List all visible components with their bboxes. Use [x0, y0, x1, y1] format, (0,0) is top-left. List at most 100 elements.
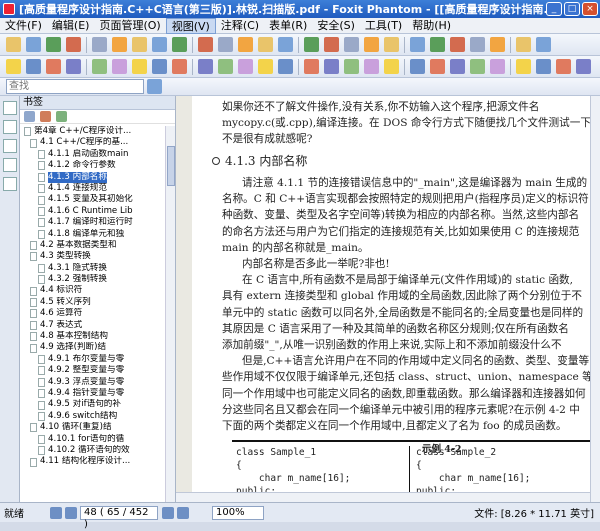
menu-item[interactable]: 工具(T) — [360, 18, 407, 34]
bookmark-item[interactable]: 4.1.1 启动函数main — [20, 149, 166, 160]
toolbar-button-icon[interactable] — [536, 59, 551, 74]
toolbar-button-icon[interactable] — [132, 37, 147, 52]
toolbar-button-icon[interactable] — [172, 37, 187, 52]
toolbar-button-icon[interactable] — [258, 59, 273, 74]
toolbar-button-icon[interactable] — [218, 59, 233, 74]
menu-item[interactable]: 帮助(H) — [407, 18, 456, 34]
menu-item[interactable]: 文件(F) — [0, 18, 47, 34]
comments-icon[interactable] — [3, 177, 17, 191]
bookmark-item[interactable]: 4.8 基本控制结构 — [20, 331, 166, 342]
toolbar-button-icon[interactable] — [516, 37, 531, 52]
menu-item[interactable]: 页面管理(O) — [94, 18, 165, 34]
bookmark-item[interactable]: 4.3.2 强制转换 — [20, 274, 166, 285]
search-icon[interactable] — [147, 79, 162, 94]
bookmark-item[interactable]: 4.2 基本数据类型和 — [20, 240, 166, 251]
bookmark-item[interactable]: 4.11 结构化程序设计... — [20, 456, 166, 467]
toolbar-button-icon[interactable] — [6, 59, 21, 74]
toolbar-button-icon[interactable] — [278, 37, 293, 52]
toolbar-button-icon[interactable] — [92, 37, 107, 52]
horizontal-scrollbar[interactable] — [176, 492, 590, 502]
toolbar-button-icon[interactable] — [364, 37, 379, 52]
toolbar-button-icon[interactable] — [66, 37, 81, 52]
layers-icon[interactable] — [3, 139, 17, 153]
toolbar-button-icon[interactable] — [536, 37, 551, 52]
toolbar-button-icon[interactable] — [410, 37, 425, 52]
zoom-box[interactable]: 100% — [212, 505, 264, 520]
bookmark-item[interactable]: 4.1.5 变量及其初始化 — [20, 194, 166, 205]
toolbar-button-icon[interactable] — [258, 37, 273, 52]
toolbar-button-icon[interactable] — [384, 37, 399, 52]
toolbar-button-icon[interactable] — [152, 59, 167, 74]
toolbar-button-icon[interactable] — [364, 59, 379, 74]
last-page-button[interactable] — [177, 506, 189, 519]
toolbar-button-icon[interactable] — [112, 37, 127, 52]
bookmark-scroll-thumb[interactable] — [167, 146, 175, 186]
toolbar-button-icon[interactable] — [46, 37, 61, 52]
bookmark-item[interactable]: 4.10 循环(重复)结 — [20, 422, 166, 433]
toolbar-button-icon[interactable] — [516, 59, 531, 74]
bookmark-item[interactable]: 4.3.1 隐式转换 — [20, 263, 166, 274]
bookmark-item[interactable]: 4.5 转义序列 — [20, 297, 166, 308]
bookmark-item[interactable]: 4.1.2 命令行参数 — [20, 160, 166, 171]
toolbar-button-icon[interactable] — [26, 59, 41, 74]
toolbar-button-icon[interactable] — [490, 37, 505, 52]
new-bookmark-icon[interactable] — [56, 111, 67, 122]
bookmark-panel-icon[interactable] — [3, 101, 17, 115]
toolbar-button-icon[interactable] — [490, 59, 505, 74]
toolbar-button-icon[interactable] — [430, 37, 445, 52]
document-view[interactable]: 如果你还不了解文件操作,没有关系,你不妨输入这个程序,把源文件名 mycopy.c… — [176, 96, 590, 502]
toolbar-button-icon[interactable] — [278, 59, 293, 74]
bookmark-item[interactable]: 4.1.3 内部名称 — [20, 171, 166, 183]
bookmark-item[interactable]: 4.9.1 布尔变量与零 — [20, 354, 166, 365]
next-page-button[interactable] — [162, 506, 174, 519]
menu-item[interactable]: 注释(C) — [216, 18, 264, 34]
bookmark-scrollbar[interactable] — [165, 126, 175, 502]
delete-bookmark-icon[interactable] — [40, 111, 51, 122]
toolbar-button-icon[interactable] — [344, 37, 359, 52]
bookmark-item[interactable]: 第4章 C++/C程序设计... — [20, 126, 166, 137]
toolbar-button-icon[interactable] — [26, 37, 41, 52]
bookmark-item[interactable]: 4.9.2 整型变量与零 — [20, 365, 166, 376]
toolbar-button-icon[interactable] — [198, 59, 213, 74]
toolbar-button-icon[interactable] — [324, 59, 339, 74]
bookmark-item[interactable]: 4.9 选择(判断)结 — [20, 342, 166, 353]
toolbar-button-icon[interactable] — [304, 37, 319, 52]
attachments-icon[interactable] — [3, 158, 17, 172]
toolbar-button-icon[interactable] — [556, 59, 571, 74]
bookmark-item[interactable]: 4.9.3 浮点变量与零 — [20, 377, 166, 388]
vertical-scrollbar[interactable] — [590, 96, 600, 502]
bookmark-item[interactable]: 4.6 运算符 — [20, 308, 166, 319]
bookmark-item[interactable]: 4.1.7 编译时和运行时 — [20, 217, 166, 228]
minimize-button[interactable]: _ — [546, 2, 562, 16]
bookmark-item[interactable]: 4.10.2 循环语句的效 — [20, 445, 166, 456]
toolbar-button-icon[interactable] — [218, 37, 233, 52]
page-thumbnails-icon[interactable] — [3, 120, 17, 134]
bookmark-item[interactable]: 4.1.4 连接规范 — [20, 183, 166, 194]
bookmark-item[interactable]: 4.9.6 switch结构 — [20, 411, 166, 422]
toolbar-button-icon[interactable] — [576, 59, 591, 74]
toolbar-button-icon[interactable] — [324, 37, 339, 52]
bookmark-item[interactable]: 4.4 标识符 — [20, 285, 166, 296]
maximize-button[interactable]: □ — [564, 2, 580, 16]
bookmark-item[interactable]: 4.1.6 C Runtime Lib — [20, 206, 166, 217]
search-input[interactable] — [6, 79, 144, 94]
prev-page-button[interactable] — [65, 506, 77, 519]
toolbar-button-icon[interactable] — [238, 59, 253, 74]
menu-item[interactable]: 编辑(E) — [47, 18, 95, 34]
toolbar-button-icon[interactable] — [112, 59, 127, 74]
toolbar-button-icon[interactable] — [132, 59, 147, 74]
close-button[interactable]: × — [582, 2, 598, 16]
bookmark-item[interactable]: 4.1 C++/C程序的基... — [20, 137, 166, 148]
toolbar-button-icon[interactable] — [198, 37, 213, 52]
toolbar-button-icon[interactable] — [384, 59, 399, 74]
toolbar-button-icon[interactable] — [6, 37, 21, 52]
menu-item[interactable]: 表单(R) — [264, 18, 312, 34]
menu-item[interactable]: 安全(S) — [312, 18, 360, 34]
bookmark-item[interactable]: 4.1.8 编译单元和独 — [20, 229, 166, 240]
bookmark-item[interactable]: 4.7 表达式 — [20, 320, 166, 331]
toolbar-button-icon[interactable] — [430, 59, 445, 74]
toolbar-button-icon[interactable] — [172, 59, 187, 74]
bookmark-item[interactable]: 4.3 类型转换 — [20, 251, 166, 262]
toolbar-button-icon[interactable] — [92, 59, 107, 74]
bookmark-item[interactable]: 4.10.1 for语句的循 — [20, 434, 166, 445]
